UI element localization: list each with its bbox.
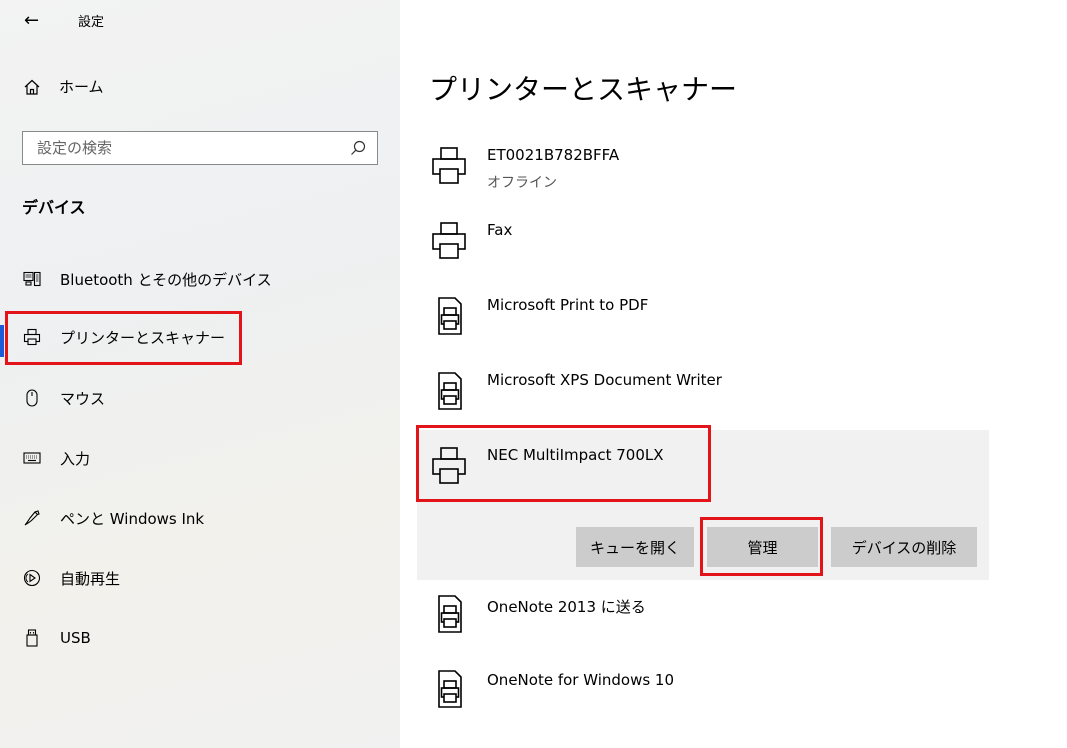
manage-button[interactable]: 管理 [707, 527, 818, 567]
device-item[interactable]: ET0021B782BFFA オフライン [417, 140, 989, 200]
device-name: OneNote 2013 に送る [487, 598, 646, 616]
sidebar-item-label: USB [60, 629, 91, 647]
device-item[interactable]: Microsoft Print to PDF [417, 290, 989, 350]
sidebar-item-pen-windows-ink[interactable]: ペンと Windows Ink [0, 496, 400, 540]
sidebar-item-label: ペンと Windows Ink [60, 509, 205, 528]
keyboard-icon [22, 448, 42, 468]
page-title: プリンターとスキャナー [429, 73, 738, 106]
device-name: Fax [487, 221, 513, 239]
search-icon[interactable] [349, 139, 367, 157]
device-name: NEC MultiImpact 700LX [487, 446, 664, 464]
home-icon [24, 79, 40, 95]
open-queue-button[interactable]: キューを開く [576, 527, 694, 567]
printer-icon [432, 447, 466, 484]
sidebar-item-usb[interactable]: USB [0, 616, 400, 660]
sidebar-item-label: 入力 [60, 449, 91, 468]
title-bar: ← 設定 [24, 6, 104, 34]
device-item[interactable]: Fax [417, 215, 989, 275]
remove-device-button[interactable]: デバイスの削除 [831, 527, 977, 567]
back-arrow-icon[interactable]: ← [24, 10, 44, 31]
window-title: 設定 [78, 14, 105, 30]
device-name: Microsoft Print to PDF [487, 296, 649, 314]
section-title-devices: デバイス [22, 198, 86, 217]
device-name: ET0021B782BFFA [487, 146, 620, 164]
home-link[interactable]: ホーム [23, 76, 104, 97]
document-printer-icon [438, 670, 462, 708]
pen-icon [22, 508, 42, 528]
document-printer-icon [438, 372, 462, 410]
device-item[interactable]: Microsoft XPS Document Writer [417, 365, 989, 425]
home-label: ホーム [59, 78, 104, 96]
device-item-selected[interactable]: NEC MultiImpact 700LX [417, 440, 989, 500]
sidebar-item-mouse[interactable]: マウス [0, 376, 400, 420]
document-printer-icon [438, 297, 462, 335]
device-name: OneNote for Windows 10 [487, 671, 675, 689]
device-item[interactable]: OneNote 2013 に送る [417, 588, 989, 648]
settings-search-box[interactable] [22, 131, 378, 165]
autoplay-icon [22, 568, 42, 588]
device-item[interactable]: OneNote for Windows 10 [417, 663, 989, 723]
sidebar-item-printers-scanners[interactable]: プリンターとスキャナー [0, 315, 400, 359]
sidebar-item-input[interactable]: 入力 [0, 436, 400, 480]
sidebar-item-autoplay[interactable]: 自動再生 [0, 556, 400, 600]
bluetooth-devices-icon [22, 269, 42, 289]
settings-sidebar: ← 設定 ホーム デバイス Bluetooth とその他のデバイ [0, 0, 400, 748]
mouse-icon [22, 388, 42, 408]
document-printer-icon [438, 595, 462, 633]
device-status: オフライン [487, 175, 557, 191]
device-name: Microsoft XPS Document Writer [487, 371, 722, 389]
printer-icon [432, 222, 466, 259]
sidebar-item-label: マウス [60, 389, 106, 408]
sidebar-item-label: プリンターとスキャナー [60, 328, 226, 347]
sidebar-item-label: 自動再生 [60, 569, 121, 588]
sidebar-item-bluetooth[interactable]: Bluetooth とその他のデバイス [0, 257, 400, 301]
printer-icon [432, 147, 466, 184]
usb-icon [22, 628, 42, 648]
printer-icon [22, 327, 42, 347]
settings-search-input[interactable] [35, 133, 349, 163]
main-content: プリンターとスキャナー ET0021B782BFFA オフライン Fax Mic… [400, 0, 1067, 748]
sidebar-item-label: Bluetooth とその他のデバイス [60, 270, 272, 289]
